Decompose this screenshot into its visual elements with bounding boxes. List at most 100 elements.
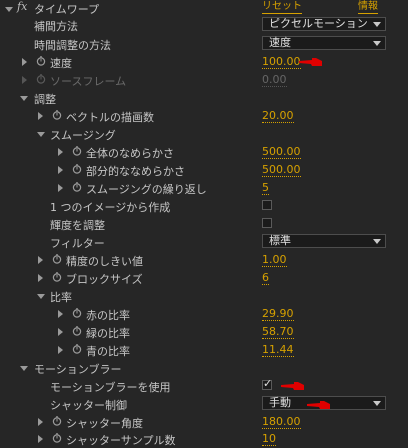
stopwatch-icon[interactable]: [52, 433, 62, 443]
row-correct-luminance: 輝度を調整: [0, 215, 408, 233]
label: 全体のなめらかさ: [86, 147, 174, 160]
stopwatch-icon[interactable]: [52, 416, 62, 426]
dropdown-value: 速度: [269, 36, 291, 49]
label: フィルター: [50, 237, 105, 250]
label: 補間方法: [34, 20, 78, 33]
source-frame-value[interactable]: 0.00: [262, 73, 287, 87]
label: 部分的ななめらかさ: [86, 165, 185, 178]
reset-link[interactable]: リセット: [262, 1, 302, 14]
row-enable-motion-blur: モーションブラーを使用 ✓: [0, 377, 408, 395]
twirl-closed-icon[interactable]: [38, 274, 43, 282]
row-green-weight: 緑の比率 58.70: [0, 323, 408, 341]
twirl-closed-icon[interactable]: [58, 148, 63, 156]
row-speed: 速度 100.00: [0, 53, 408, 71]
dropdown-value: ピクセルモーション: [269, 17, 368, 30]
label: ブロックサイズ: [66, 273, 143, 286]
chevron-down-icon: [373, 239, 381, 244]
label: 時間調整の方法: [34, 39, 111, 52]
row-smoothing-group: スムージング: [0, 125, 408, 143]
checkmark-icon: ✓: [263, 377, 273, 390]
label: シャッター制御: [50, 399, 127, 412]
label: シャッター角度: [66, 417, 143, 430]
row-shutter-control: シャッター制御 手動: [0, 395, 408, 413]
twirl-closed-icon[interactable]: [58, 184, 63, 192]
twirl-closed-icon[interactable]: [38, 435, 43, 443]
label: 緑の比率: [86, 327, 130, 340]
stopwatch-icon[interactable]: [36, 56, 46, 66]
row-local-smoothness: 部分的ななめらかさ 500.00: [0, 161, 408, 179]
row-error-threshold: 精度のしきい値 1.00: [0, 251, 408, 269]
twirl-closed-icon[interactable]: [58, 328, 63, 336]
motion-blur-checkbox[interactable]: ✓: [262, 377, 273, 390]
adjust-dropdown[interactable]: 速度: [262, 36, 386, 50]
twirl-closed-icon[interactable]: [22, 76, 27, 84]
stopwatch-icon[interactable]: [72, 326, 82, 336]
row-source-frame: ソースフレーム 0.00: [0, 71, 408, 89]
stopwatch-icon[interactable]: [72, 308, 82, 318]
chevron-down-icon: [373, 401, 381, 406]
label: 調整: [34, 93, 56, 106]
effect-name: タイムワープ: [34, 3, 100, 16]
red-weight-value[interactable]: 29.90: [262, 307, 294, 321]
row-weighting-group: 比率: [0, 287, 408, 305]
row-blue-weight: 青の比率 11.44: [0, 341, 408, 359]
global-smooth-value[interactable]: 500.00: [262, 145, 301, 159]
stopwatch-icon[interactable]: [72, 146, 82, 156]
row-build-from-one-image: 1 つのイメージから作成: [0, 197, 408, 215]
block-size-value[interactable]: 6: [262, 271, 269, 285]
chevron-down-icon: [373, 22, 381, 27]
twirl-closed-icon[interactable]: [38, 418, 43, 426]
twirl-open-icon[interactable]: [20, 96, 28, 101]
twirl-open-icon[interactable]: [37, 294, 45, 299]
twirl-closed-icon[interactable]: [58, 166, 63, 174]
label: 比率: [50, 291, 72, 304]
local-smooth-value[interactable]: 500.00: [262, 163, 301, 177]
label: 青の比率: [86, 345, 130, 358]
dropdown-value: 手動: [269, 396, 291, 409]
green-weight-value[interactable]: 58.70: [262, 325, 294, 339]
speed-value[interactable]: 100.00: [262, 55, 301, 69]
label: モーションブラーを使用: [50, 381, 171, 394]
stopwatch-icon[interactable]: [72, 182, 82, 192]
about-link[interactable]: 情報: [358, 1, 378, 14]
stopwatch-icon[interactable]: [52, 110, 62, 120]
row-interpolation-method: 補間方法 ピクセルモーション: [0, 16, 408, 34]
vector-detail-value[interactable]: 20.00: [262, 109, 294, 123]
filter-dropdown[interactable]: 標準: [262, 234, 386, 248]
twirl-closed-icon[interactable]: [38, 112, 43, 120]
twirl-closed-icon[interactable]: [22, 58, 27, 66]
twirl-open-icon[interactable]: [37, 132, 45, 137]
row-global-smoothness: 全体のなめらかさ 500.00: [0, 143, 408, 161]
blue-weight-value[interactable]: 11.44: [262, 343, 294, 357]
stopwatch-icon[interactable]: [52, 272, 62, 282]
stopwatch-icon[interactable]: [36, 74, 46, 84]
label: スムージング: [50, 129, 116, 142]
row-smoothing-iterations: スムージングの繰り返し 5: [0, 179, 408, 197]
twirl-closed-icon[interactable]: [58, 310, 63, 318]
twirl-closed-icon[interactable]: [38, 256, 43, 264]
twirl-closed-icon[interactable]: [58, 346, 63, 354]
red-hand-pointer-icon: [307, 401, 330, 409]
luminance-checkbox[interactable]: [262, 218, 272, 228]
fx-icon[interactable]: fx: [17, 0, 27, 13]
row-filtering: フィルター 標準: [0, 233, 408, 251]
twirl-open-icon[interactable]: [20, 366, 28, 371]
label: 1 つのイメージから作成: [50, 201, 171, 214]
stopwatch-icon[interactable]: [72, 164, 82, 174]
shutter-samples-value[interactable]: 10: [262, 432, 276, 446]
smooth-iter-value[interactable]: 5: [262, 181, 269, 195]
method-dropdown[interactable]: ピクセルモーション: [262, 17, 386, 31]
error-threshold-value[interactable]: 1.00: [262, 253, 287, 267]
label: モーションブラー: [34, 363, 122, 376]
row-motion-blur-group: モーションブラー: [0, 359, 408, 377]
twirl-open-icon[interactable]: [5, 7, 13, 12]
shutter-angle-value[interactable]: 180.00: [262, 415, 301, 429]
single-image-checkbox[interactable]: [262, 200, 272, 210]
stopwatch-icon[interactable]: [52, 254, 62, 264]
stopwatch-icon[interactable]: [72, 344, 82, 354]
label: スムージングの繰り返し: [86, 183, 207, 196]
red-hand-pointer-icon: [281, 382, 304, 390]
row-shutter-samples: シャッターサンプル数 10: [0, 430, 408, 448]
row-red-weight: 赤の比率 29.90: [0, 305, 408, 323]
label: ソースフレーム: [50, 75, 127, 88]
